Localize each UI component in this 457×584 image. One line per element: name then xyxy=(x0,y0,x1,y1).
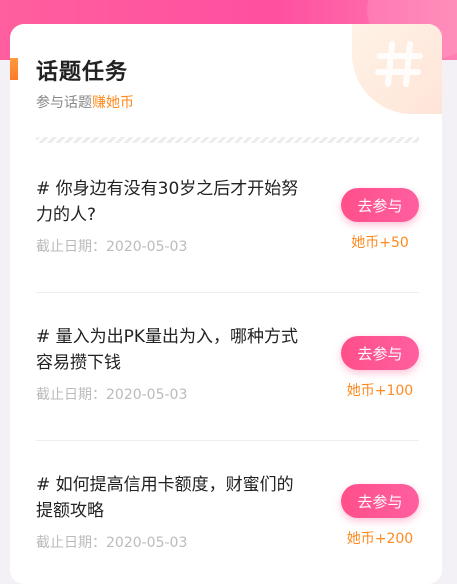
hash-icon xyxy=(352,24,442,114)
deadline-label: 截止日期： xyxy=(36,387,106,403)
topic-title[interactable]: # 如何提高信用卡额度，财蜜们的提额攻略 xyxy=(36,472,306,524)
topic-deadline: 截止日期：2020-05-03 xyxy=(36,532,187,552)
reward-label: 她币+100 xyxy=(346,383,414,399)
topic-title[interactable]: # 量入为出PK量出为入，哪种方式容易攒下钱 xyxy=(36,324,306,376)
subtitle-highlight: 赚她币 xyxy=(92,95,134,111)
card-subtitle: 参与话题赚她币 xyxy=(36,92,134,112)
reward-label: 她币+50 xyxy=(351,235,409,251)
join-button[interactable]: 去参与 xyxy=(341,188,419,222)
deadline-label: 截止日期： xyxy=(36,535,106,551)
topic-deadline: 截止日期：2020-05-03 xyxy=(36,384,187,404)
deadline-date: 2020-05-03 xyxy=(106,387,188,403)
deadline-date: 2020-05-03 xyxy=(106,535,188,551)
deadline-label: 截止日期： xyxy=(36,239,106,255)
topic-task-card: 话题任务 参与话题赚她币 # 你身边有没有30岁之后才开始努力的人? 截止日期：… xyxy=(10,24,442,584)
topic-item: # 如何提高信用卡额度，财蜜们的提额攻略 截止日期：2020-05-03 去参与… xyxy=(36,440,419,584)
join-button[interactable]: 去参与 xyxy=(341,484,419,518)
card-title: 话题任务 xyxy=(36,60,129,85)
subtitle-text: 参与话题 xyxy=(36,95,92,111)
dashed-divider xyxy=(36,137,419,143)
deadline-date: 2020-05-03 xyxy=(106,239,188,255)
join-button[interactable]: 去参与 xyxy=(341,336,419,370)
title-accent-bar xyxy=(10,58,18,80)
item-divider xyxy=(36,440,419,441)
reward-label: 她币+200 xyxy=(346,531,414,547)
item-divider xyxy=(36,292,419,293)
topic-item: # 量入为出PK量出为入，哪种方式容易攒下钱 截止日期：2020-05-03 去… xyxy=(36,292,419,440)
topic-deadline: 截止日期：2020-05-03 xyxy=(36,236,187,256)
topic-title[interactable]: # 你身边有没有30岁之后才开始努力的人? xyxy=(36,176,306,228)
